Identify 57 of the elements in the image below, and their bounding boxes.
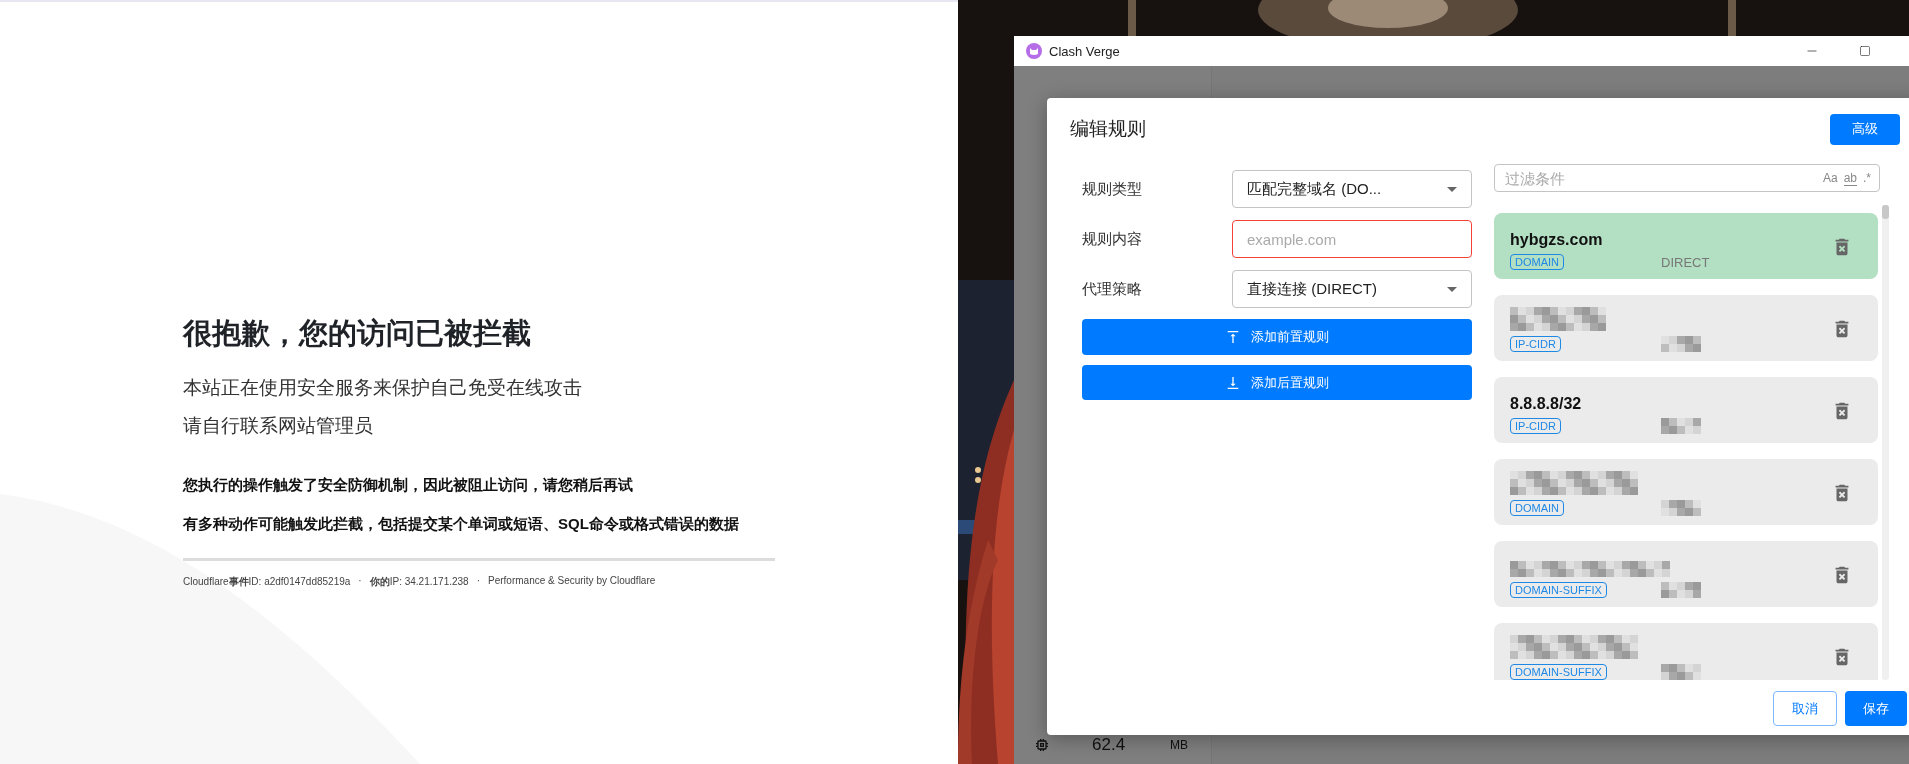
footer-text: 你的IP: 34.21.171.238 — [369, 575, 469, 589]
rule-item[interactable]: DOMAIN-SUFFIX — [1494, 623, 1878, 680]
footer-text: · — [358, 575, 362, 588]
filter-toggle[interactable]: .* — [1863, 171, 1871, 185]
window-title: Clash Verge — [1049, 43, 1121, 59]
detail-text: 您执行的操作触发了安全防御机制，因此被阻止访问，请您稍后再试 — [183, 475, 634, 495]
rule-title: hybgzs.com — [1510, 231, 1604, 249]
chip-icon — [1034, 737, 1050, 753]
rule-item[interactable]: 8.8.8.8/32 IP-CIDR — [1494, 377, 1878, 443]
footer-text: · — [476, 575, 480, 588]
field-label: 代理策略 — [1082, 279, 1143, 299]
rule-policy: DIRECT — [1661, 254, 1711, 270]
rule-type-tag: DOMAIN-SUFFIX — [1510, 582, 1607, 598]
maximize-icon — [1859, 45, 1871, 57]
add-prepend-rule-button[interactable]: 添加前置规则 — [1082, 319, 1472, 355]
footer-text: Cloudflare事件ID: a2df0147dd85219a — [183, 575, 351, 589]
rule-type-tag: IP-CIDR — [1510, 336, 1561, 352]
select-field[interactable]: 匹配完整域名 (DO... — [1232, 170, 1472, 208]
rule-title: 8.8.8.8/32 — [1510, 395, 1583, 413]
footer-text: Performance & Security by Cloudflare — [488, 575, 656, 588]
filter-toggle[interactable]: Aa — [1822, 171, 1838, 185]
add-append-rule-button[interactable]: 添加后置规则 — [1082, 365, 1472, 400]
cancel-button[interactable]: 取消 — [1773, 691, 1837, 726]
info-text: 本站正在使用安全服务来保护自己免受在线攻击 — [183, 376, 583, 400]
info-text: 请自行联系网站管理员 — [183, 414, 374, 438]
field-label: 规则内容 — [1082, 229, 1143, 249]
scrollbar-thumb[interactable] — [1882, 205, 1889, 219]
filter-field[interactable]: 过滤条件 Aa ab .* — [1494, 164, 1880, 192]
input-field[interactable]: example.com — [1232, 220, 1472, 258]
app-logo-icon — [1026, 43, 1042, 59]
mosaic-drawing — [1661, 500, 1701, 516]
field-label: 规则类型 — [1082, 179, 1143, 199]
rule-item[interactable]: IP-CIDR — [1494, 295, 1878, 361]
memory-unit: MB — [1170, 738, 1188, 752]
memory-value: 62.4 — [1092, 735, 1127, 755]
rule-item[interactable]: DOMAIN-SUFFIX — [1494, 541, 1878, 607]
dialog-title: 编辑规则 — [1070, 117, 1147, 141]
rule-type-tag: DOMAIN — [1510, 500, 1564, 516]
rule-type-tag: IP-CIDR — [1510, 418, 1561, 434]
rule-type-tag: DOMAIN — [1510, 254, 1564, 270]
mosaic-drawing — [1661, 664, 1701, 680]
rule-item[interactable]: DOMAIN — [1494, 459, 1878, 525]
save-button[interactable]: 保存 — [1845, 691, 1907, 726]
advanced-button[interactable]: 高级 — [1830, 113, 1900, 145]
caret-icon — [1447, 286, 1457, 292]
detail-text: 有多种动作可能触发此拦截，包括提交某个单词或短语、SQL命令或格式错误的数据 — [183, 514, 740, 534]
filter-toggle[interactable]: ab — [1843, 170, 1857, 186]
mosaic-drawing — [1661, 582, 1701, 598]
rule-item[interactable]: hybgzs.com DOMAIN DIRECT — [1494, 213, 1878, 279]
caret-icon — [1447, 186, 1457, 192]
arrow-down-to-line-icon — [1225, 374, 1241, 391]
rule-type-tag: DOMAIN-SUFFIX — [1510, 664, 1607, 680]
select-field[interactable]: 直接连接 (DIRECT) — [1232, 270, 1472, 308]
mosaic-drawing — [1661, 336, 1701, 352]
page-heading: 很抱歉，您的访问已被拦截 — [183, 316, 532, 351]
mosaic-drawing — [1661, 418, 1701, 434]
arrow-up-to-line-icon — [1225, 329, 1241, 345]
